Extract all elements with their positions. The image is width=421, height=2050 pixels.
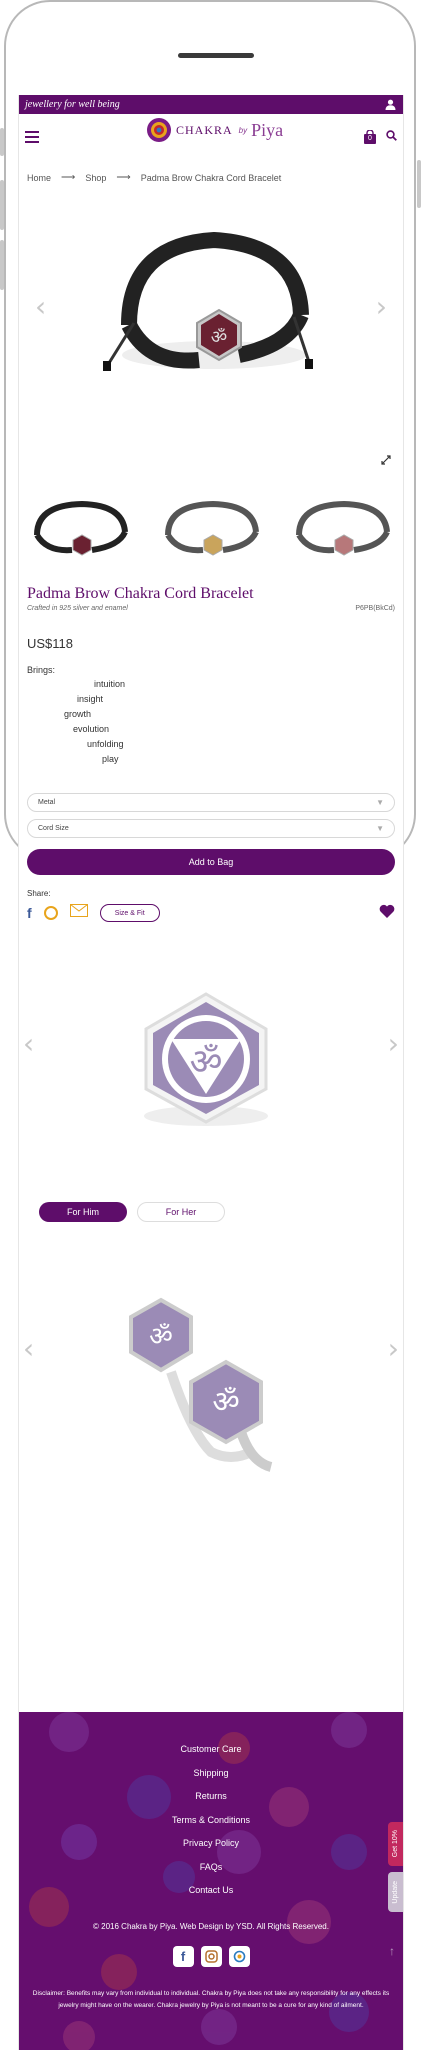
chevron-down-icon: ▼ xyxy=(376,824,384,833)
menu-icon[interactable] xyxy=(25,131,39,143)
thumbnail-black-cord[interactable] xyxy=(27,490,133,570)
metal-select-label: Metal xyxy=(38,799,56,806)
metal-select[interactable]: Metal ▼ xyxy=(27,793,395,812)
brings-item: play xyxy=(102,754,119,764)
brow-chakra-symbol-image: ॐ xyxy=(144,992,268,1126)
tagline: jewellery for well being xyxy=(25,99,120,110)
breadcrumb-separator: ⟶ xyxy=(61,172,76,183)
svg-text:ॐ: ॐ xyxy=(149,1322,173,1352)
cord-size-select[interactable]: Cord Size ▼ xyxy=(27,819,395,838)
thumbnail-grey-cord-rose[interactable] xyxy=(289,490,395,570)
footer-links: Customer Care Shipping Returns Terms & C… xyxy=(19,1744,403,1909)
brings-label: Brings: xyxy=(27,665,56,675)
site-logo[interactable]: CHAKRA by Piya xyxy=(146,117,283,143)
breadcrumb-current: Padma Brow Chakra Cord Bracelet xyxy=(140,172,282,183)
gallery-next-arrow-icon[interactable]: › xyxy=(376,290,387,323)
brings-item: evolution xyxy=(73,724,110,734)
facebook-icon[interactable]: f xyxy=(172,1946,194,1967)
site-header: CHAKRA by Piya 0 xyxy=(19,114,403,160)
gender-toggle: For Him For Her xyxy=(19,1202,403,1222)
cord-size-select-label: Cord Size xyxy=(38,825,69,832)
product-sku: P6PB(BkCd) xyxy=(355,605,395,612)
breadcrumb-separator: ⟶ xyxy=(116,172,131,183)
brings-item: growth xyxy=(64,709,92,719)
disclaimer: Disclaimer: Benefits may vary from indiv… xyxy=(32,1990,390,2009)
footer-link-shipping[interactable]: Shipping xyxy=(19,1768,403,1792)
heart-icon[interactable] xyxy=(379,904,395,923)
size-fit-button[interactable]: Size & Fit xyxy=(99,904,160,922)
svg-text:ॐ: ॐ xyxy=(190,1042,223,1083)
shopping-bag-icon[interactable]: 0 xyxy=(364,129,376,144)
phone-volume-down xyxy=(0,240,4,290)
breadcrumb-shop[interactable]: Shop xyxy=(85,173,106,183)
product-gallery: ‹ › ॐ xyxy=(19,195,403,485)
pinterest-icon[interactable] xyxy=(43,906,58,920)
pinterest-icon[interactable] xyxy=(228,1946,250,1967)
thumbnail-strip xyxy=(19,485,403,575)
product-image-bracelet: ॐ xyxy=(103,231,313,371)
for-him-tab[interactable]: For Him xyxy=(39,1202,127,1222)
cufflinks-prev-arrow-icon[interactable]: ‹ xyxy=(23,1332,34,1365)
brings-item: unfolding xyxy=(87,739,124,749)
phone-mute-switch xyxy=(0,128,4,156)
get-discount-tab[interactable]: Get 10% xyxy=(388,1822,403,1866)
chevron-down-icon: ▼ xyxy=(376,798,384,807)
updates-tab[interactable]: Update xyxy=(388,1872,403,1912)
back-to-top-icon[interactable]: ↑ xyxy=(389,1944,395,1958)
phone-power-button xyxy=(417,160,421,208)
updates-label: Update xyxy=(392,1880,399,1904)
footer-link-contact[interactable]: Contact Us xyxy=(19,1885,403,1909)
user-icon[interactable] xyxy=(383,98,397,112)
email-icon[interactable] xyxy=(69,904,88,922)
footer-link-returns[interactable]: Returns xyxy=(19,1791,403,1815)
footer-link-customer-care[interactable]: Customer Care xyxy=(19,1744,403,1768)
cart-count: 0 xyxy=(368,135,372,142)
for-her-tab[interactable]: For Her xyxy=(137,1202,225,1222)
product-title: Padma Brow Chakra Cord Bracelet xyxy=(27,585,254,602)
footer-link-terms[interactable]: Terms & Conditions xyxy=(19,1815,403,1839)
share-label: Share: xyxy=(27,889,51,898)
top-bar: jewellery for well being xyxy=(19,95,403,114)
product-subtitle: Crafted in 925 silver and enamel xyxy=(27,605,128,612)
cufflinks-gallery: ‹ › ॐ ॐ xyxy=(19,1222,403,1502)
brings-list: intuition insight growth evolution unfol… xyxy=(19,675,403,775)
symbol-next-arrow-icon[interactable]: › xyxy=(388,1027,399,1060)
cufflinks-next-arrow-icon[interactable]: › xyxy=(388,1332,399,1365)
get-discount-label: Get 10% xyxy=(392,1830,399,1858)
svg-text:ॐ: ॐ xyxy=(212,1385,239,1420)
site-footer: Customer Care Shipping Returns Terms & C… xyxy=(19,1712,403,2050)
brings-item: insight xyxy=(77,694,104,704)
breadcrumb-home[interactable]: Home xyxy=(27,173,51,183)
gallery-prev-arrow-icon[interactable]: ‹ xyxy=(35,290,46,323)
add-to-bag-button[interactable]: Add to Bag xyxy=(27,849,395,875)
footer-link-privacy[interactable]: Privacy Policy xyxy=(19,1838,403,1862)
lotus-logo-icon xyxy=(147,118,171,142)
phone-speaker xyxy=(178,53,254,58)
symbol-prev-arrow-icon[interactable]: ‹ xyxy=(23,1027,34,1060)
facebook-icon[interactable]: f xyxy=(27,905,32,921)
footer-social: f xyxy=(19,1946,403,1967)
breadcrumb: Home ⟶ Shop ⟶ Padma Brow Chakra Cord Bra… xyxy=(19,160,403,195)
search-icon[interactable] xyxy=(386,128,397,146)
instagram-icon[interactable] xyxy=(200,1946,222,1967)
cufflinks-image: ॐ ॐ xyxy=(129,1297,273,1472)
logo-brand: CHAKRA xyxy=(176,122,233,137)
footer-link-faqs[interactable]: FAQs xyxy=(19,1862,403,1886)
product-price: US$118 xyxy=(27,636,74,651)
thumbnail-grey-cord-gold[interactable] xyxy=(158,490,264,570)
copyright: © 2016 Chakra by Piya. Web Design by YSD… xyxy=(93,1922,329,1931)
symbol-gallery: ‹ › ॐ xyxy=(19,922,403,1202)
phone-volume-up xyxy=(0,180,4,230)
logo-by: by xyxy=(238,125,248,135)
screen: jewellery for well being CHAKRA by Piya … xyxy=(18,95,404,2050)
expand-icon[interactable] xyxy=(381,452,391,470)
svg-text:ॐ: ॐ xyxy=(211,327,227,348)
share-row: f Size & Fit xyxy=(19,898,403,922)
logo-piya: Piya xyxy=(251,119,284,140)
brings-item: intuition xyxy=(94,679,126,689)
